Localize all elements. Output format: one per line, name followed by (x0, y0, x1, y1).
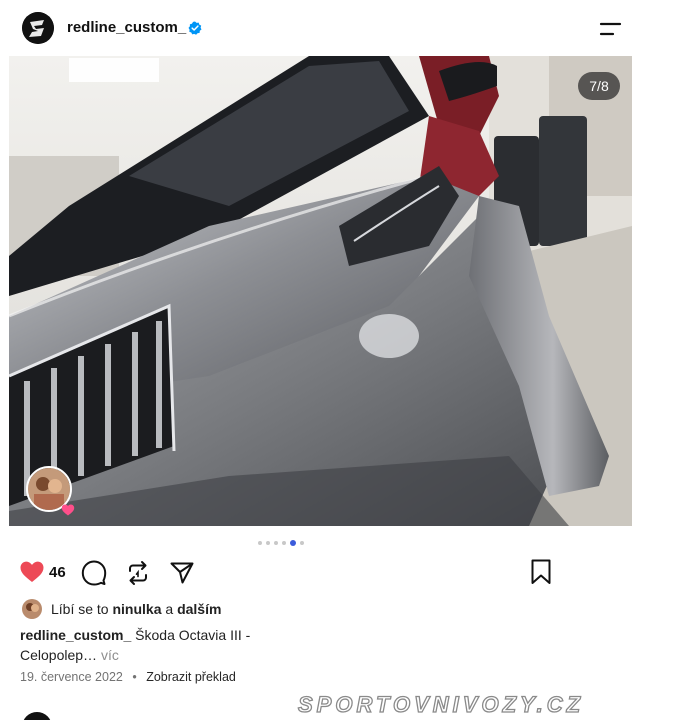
carousel-counter: 7/8 (578, 72, 620, 100)
post-date: 19. července 2022 (20, 670, 123, 684)
send-icon (170, 562, 194, 584)
carousel-dot (258, 541, 262, 545)
next-post-avatar[interactable] (22, 712, 52, 720)
author-avatar[interactable] (22, 12, 54, 44)
bookmark-icon (531, 559, 551, 584)
caption-more-link[interactable]: víc (101, 647, 119, 663)
post-caption: redline_custom_ Škoda Octavia III -Celop… (20, 625, 320, 665)
meta-separator: • (132, 670, 137, 684)
action-bar: 46 (0, 556, 640, 590)
carousel-dot (282, 541, 286, 545)
watermark-text: SPORTOVNIVOZY.CZ (298, 692, 584, 717)
carousel-dot-active (290, 540, 296, 546)
carousel-dots (258, 540, 304, 546)
liked-by-user[interactable]: ninulka (112, 601, 161, 617)
see-translation-link[interactable]: Zobrazit překlad (146, 670, 236, 684)
save-button[interactable] (528, 558, 554, 586)
post-meta: 19. července 2022 • Zobrazit překlad (20, 670, 236, 684)
heart-icon (20, 561, 44, 582)
liked-by-row[interactable]: Líbí se to ninulka a dalším (22, 598, 221, 620)
verified-badge-icon (188, 21, 202, 35)
caption-username[interactable]: redline_custom_ (20, 627, 131, 643)
repost-icon (129, 561, 147, 585)
comment-button[interactable] (81, 560, 107, 586)
liker-avatar (22, 599, 42, 619)
car-photo (9, 56, 632, 526)
liked-by-connector: a (165, 601, 174, 617)
comment-icon (81, 560, 107, 586)
watermark: SPORTOVNIVOZY.CZ (296, 688, 688, 720)
carousel-dot (266, 541, 270, 545)
post-header: redline_custom_ (0, 0, 640, 56)
share-button[interactable] (169, 560, 195, 586)
repost-button[interactable] (125, 560, 151, 586)
like-button[interactable] (19, 560, 45, 584)
carousel-dot (300, 541, 304, 545)
liked-by-others[interactable]: dalším (177, 601, 221, 617)
liked-by-prefix: Líbí se to (51, 601, 109, 617)
menu-icon (599, 22, 622, 36)
carousel-dot (274, 541, 278, 545)
like-count[interactable]: 46 (49, 564, 66, 581)
menu-button[interactable] (598, 18, 624, 40)
post-photo[interactable] (9, 56, 632, 526)
author-username[interactable]: redline_custom_ (67, 19, 186, 36)
heart-badge-icon (61, 503, 75, 517)
